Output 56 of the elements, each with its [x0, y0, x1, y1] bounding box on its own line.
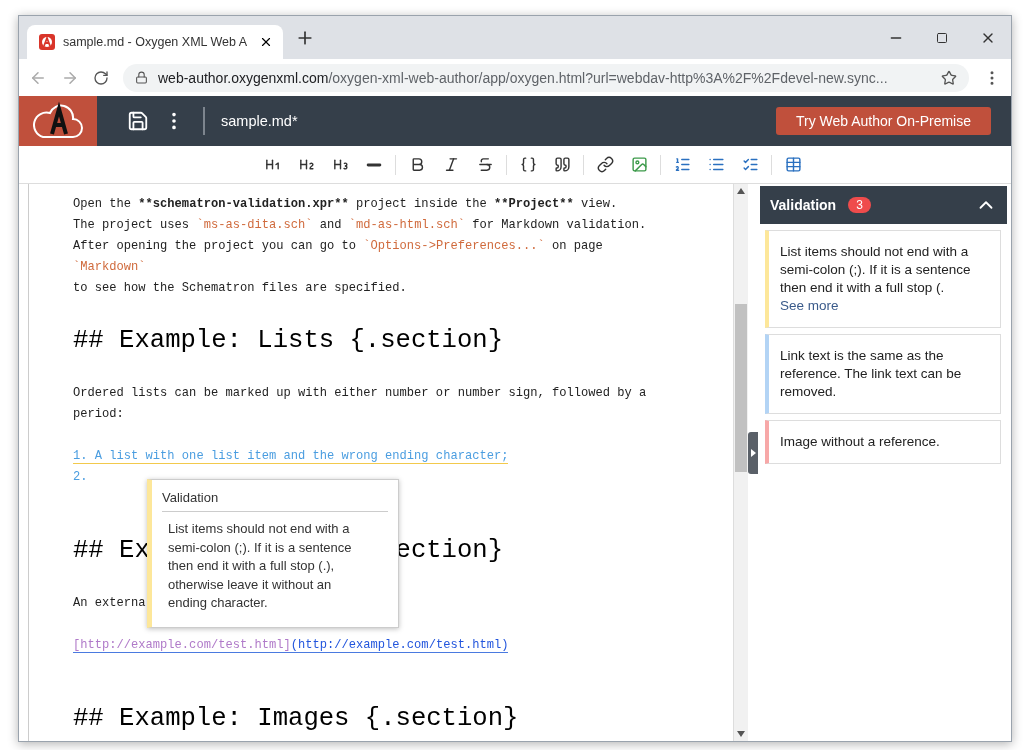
tab-title: sample.md - Oxygen XML Web A	[63, 35, 249, 49]
code-text: `Options->Preferences...`	[363, 239, 545, 253]
code-text: `Markdown`	[73, 260, 146, 274]
text-run: view.	[580, 197, 618, 211]
link-url: (http://example.com/test.html)	[290, 638, 509, 653]
maximize-icon[interactable]	[936, 31, 948, 44]
bold-text: **Project**	[493, 197, 574, 211]
text-run: to see how the Schematron files are specified.	[73, 281, 407, 295]
text-run: The project uses	[73, 218, 191, 232]
validation-header[interactable]: Validation 3	[760, 186, 1007, 224]
scroll-up-icon[interactable]	[737, 188, 745, 194]
validation-message: List items should not end with a semi-colon (;). If it is a sentence then end it with a full stop (.	[780, 244, 971, 295]
text-run: ection}	[395, 536, 504, 565]
bold-text: **schematron-validation.xpr**	[138, 197, 349, 211]
validation-message: Link text is the same as the reference. The link text can be removed.	[780, 348, 962, 399]
tooltip-text: List items should not end with a semi-colon (;). If it is a sentence then end it with a full stop (.), otherwise leave it without an ending character.	[167, 520, 353, 612]
list-item-text: 1. A list with one list item and the wrong ending character;	[73, 449, 509, 464]
address-field[interactable]: web-author.oxygenxml.com/oxygen-xml-web-author/app/oxygen.html?url=webdav-http%3A%2F%2Fdevel-new.sync...	[123, 63, 969, 92]
text-run: for Markdown validation.	[471, 218, 647, 232]
lock-icon	[135, 71, 148, 84]
validation-card[interactable]: Link text is the same as the reference. The link text can be removed.	[765, 334, 1001, 414]
scrollbar-thumb[interactable]	[735, 304, 747, 472]
panel-title: Validation	[770, 197, 837, 213]
text-run: Open the	[73, 197, 133, 211]
panel-toggle[interactable]	[748, 432, 758, 474]
text-run: and	[318, 218, 343, 232]
file-name: sample.md*	[221, 113, 298, 129]
text-run: period:	[73, 407, 124, 421]
cloud-logo-icon[interactable]	[33, 101, 83, 141]
text-run: ## Example: Lists {.section}	[73, 326, 504, 355]
code-text: `ms-as-dita.sch`	[196, 218, 313, 232]
text-run: on page	[551, 239, 603, 253]
browser-tab[interactable]: sample.md - Oxygen XML Web A	[27, 25, 283, 59]
text-run: project inside the	[355, 197, 488, 211]
validation-card[interactable]: Image without a reference.	[765, 420, 1001, 464]
scroll-down-icon[interactable]	[737, 731, 745, 737]
list-item-text: 2.	[73, 470, 88, 484]
text-run: Ordered lists can be marked up with either number or number sign, followed by a	[73, 386, 647, 400]
validation-message: Image without a reference.	[780, 434, 940, 449]
bookmark-star-icon[interactable]	[941, 69, 957, 86]
app-logo-icon	[39, 34, 55, 50]
text-run: ## Ex	[73, 536, 150, 565]
text-run: After opening the project you can go to	[73, 239, 358, 253]
code-text: `md-as-html.sch`	[348, 218, 465, 232]
try-on-premise-button[interactable]: Try Web Author On-Premise	[775, 107, 991, 135]
link-text: [http://example.com/test.html]	[73, 638, 291, 653]
text-run: ## Example: Images {.section}	[73, 704, 519, 733]
reload-icon[interactable]	[93, 69, 109, 86]
validation-card[interactable]: List items should not end with a semi-colon (;). If it is a sentence then end it with a full stop (. See more	[765, 230, 1001, 328]
tooltip-title: Validation	[162, 490, 388, 512]
text-run: An externa	[73, 596, 146, 610]
see-more-link[interactable]: See more	[780, 297, 990, 315]
save-icon[interactable]	[127, 110, 149, 132]
close-icon[interactable]	[259, 35, 273, 49]
count-badge: 3	[848, 197, 871, 213]
chevron-right-icon	[750, 449, 756, 457]
